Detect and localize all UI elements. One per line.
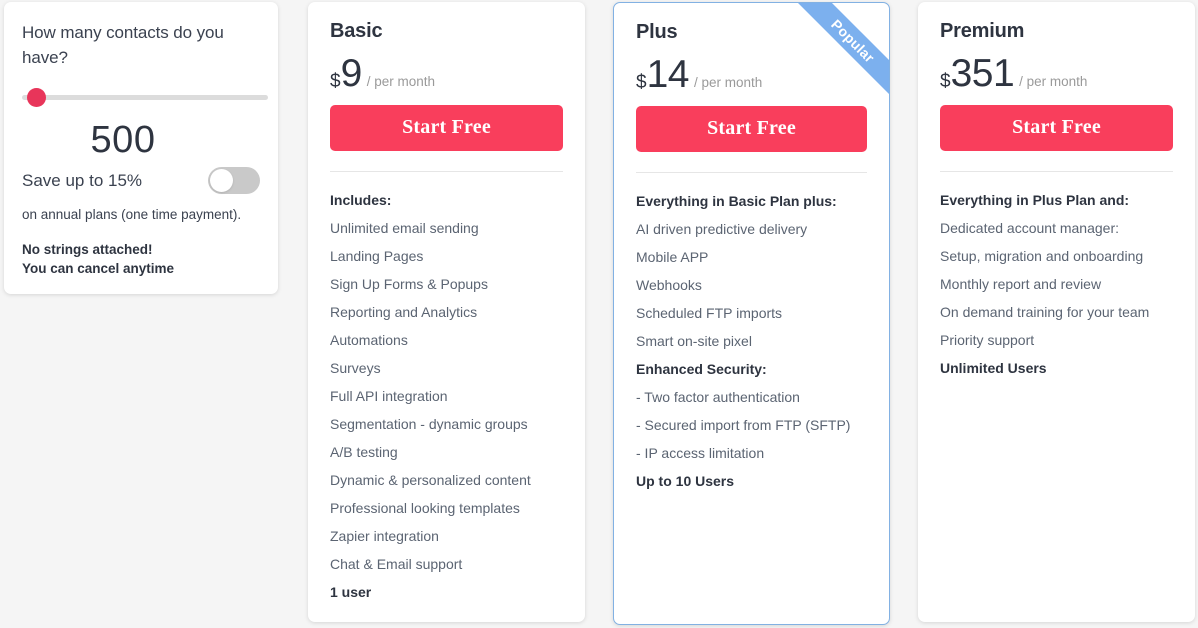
pricing-page: How many contacts do you have? 500 Save … <box>0 0 1198 628</box>
feature-item: Full API integration <box>330 388 448 404</box>
plan-name: Plus <box>636 21 678 43</box>
start-free-button[interactable]: Start Free <box>940 105 1173 151</box>
plan-name: Basic <box>330 20 383 42</box>
annual-savings-label: Save up to 15% <box>22 170 143 190</box>
feature-item: Unlimited email sending <box>330 220 479 236</box>
no-strings-line-1: No strings attached! <box>22 242 153 257</box>
feature-item: Dynamic & personalized content <box>330 472 531 488</box>
price-amount: 9 <box>340 52 363 95</box>
annual-billing-toggle[interactable] <box>208 167 260 194</box>
feature-item: Zapier integration <box>330 528 439 544</box>
feature-item: Reporting and Analytics <box>330 304 478 320</box>
contacts-slider[interactable] <box>22 88 268 108</box>
feature-list: Everything in Basic Plan plus: AI driven … <box>636 187 867 495</box>
annual-plan-note: on annual plans (one time payment). <box>22 207 242 222</box>
plan-card-premium: Premium $ 351 / per month Start Free Eve… <box>918 2 1195 622</box>
feature-item: - Two factor authentication <box>636 389 800 405</box>
plan-card-basic: Basic $ 9 / per month Start Free Include… <box>308 2 585 622</box>
price-amount: 351 <box>950 52 1015 95</box>
feature-item: Priority support <box>940 332 1035 348</box>
price-period: / per month <box>693 75 763 90</box>
feature-item: Unlimited Users <box>940 360 1047 376</box>
contact-calculator-card: How many contacts do you have? 500 Save … <box>4 2 278 294</box>
start-free-button[interactable]: Start Free <box>636 106 867 152</box>
feature-item: Monthly report and review <box>940 276 1102 292</box>
feature-item: - IP access limitation <box>636 445 765 461</box>
feature-item: - Secured import from FTP (SFTP) <box>636 417 851 433</box>
feature-item: Everything in Plus Plan and: <box>940 192 1130 208</box>
feature-item: AI driven predictive delivery <box>636 221 808 237</box>
slider-handle[interactable] <box>27 88 46 107</box>
price-currency: $ <box>636 72 647 93</box>
price-period: / per month <box>366 74 436 89</box>
feature-item: A/B testing <box>330 444 398 460</box>
plan-price: $ 14 / per month <box>636 55 867 94</box>
feature-item: Surveys <box>330 360 381 376</box>
feature-list: Everything in Plus Plan and: Dedicated ac… <box>940 186 1173 382</box>
feature-item: Mobile APP <box>636 249 709 265</box>
price-currency: $ <box>940 71 951 92</box>
card-divider <box>330 171 563 172</box>
feature-item: Up to 10 Users <box>636 473 735 489</box>
plan-price: $ 9 / per month <box>330 54 563 93</box>
plan-name: Premium <box>940 20 1025 42</box>
card-divider <box>636 172 867 173</box>
slider-track[interactable] <box>22 95 268 100</box>
feature-item: Smart on-site pixel <box>636 333 752 349</box>
feature-item: Everything in Basic Plan plus: <box>636 193 837 209</box>
price-currency: $ <box>330 71 341 92</box>
feature-item: On demand training for your team <box>940 304 1150 320</box>
feature-item: Scheduled FTP imports <box>636 305 783 321</box>
no-strings-note: No strings attached! You can cancel anyt… <box>22 240 260 278</box>
toggle-knob-icon <box>210 169 233 192</box>
plan-card-plus: Popular Plus $ 14 / per month Start Free… <box>613 2 890 625</box>
feature-list: Includes: Unlimited email sending Landing … <box>330 186 563 606</box>
no-strings-line-2: You can cancel anytime <box>22 261 175 276</box>
start-free-button[interactable]: Start Free <box>330 105 563 151</box>
feature-item: Chat & Email support <box>330 556 463 572</box>
plan-price: $ 351 / per month <box>940 54 1173 93</box>
contacts-count-value: 500 <box>90 119 156 161</box>
feature-item: Landing Pages <box>330 248 424 264</box>
feature-item: Segmentation - dynamic groups <box>330 416 528 432</box>
feature-item: Webhooks <box>636 277 702 293</box>
calculator-question: How many contacts do you have? <box>22 23 224 67</box>
feature-item: Automations <box>330 332 408 348</box>
price-period: / per month <box>1019 74 1088 89</box>
annual-savings-row: Save up to 15% <box>22 167 260 194</box>
feature-item: Professional looking templates <box>330 500 520 516</box>
feature-item: Setup, migration and onboarding <box>940 248 1144 264</box>
card-divider <box>940 171 1173 172</box>
price-amount: 14 <box>646 53 690 96</box>
feature-item: Dedicated account manager: <box>940 220 1119 236</box>
feature-item: Includes: <box>330 192 392 208</box>
feature-item: 1 user <box>330 584 372 600</box>
feature-item: Sign Up Forms & Popups <box>330 276 488 292</box>
feature-item: Enhanced Security: <box>636 361 767 377</box>
